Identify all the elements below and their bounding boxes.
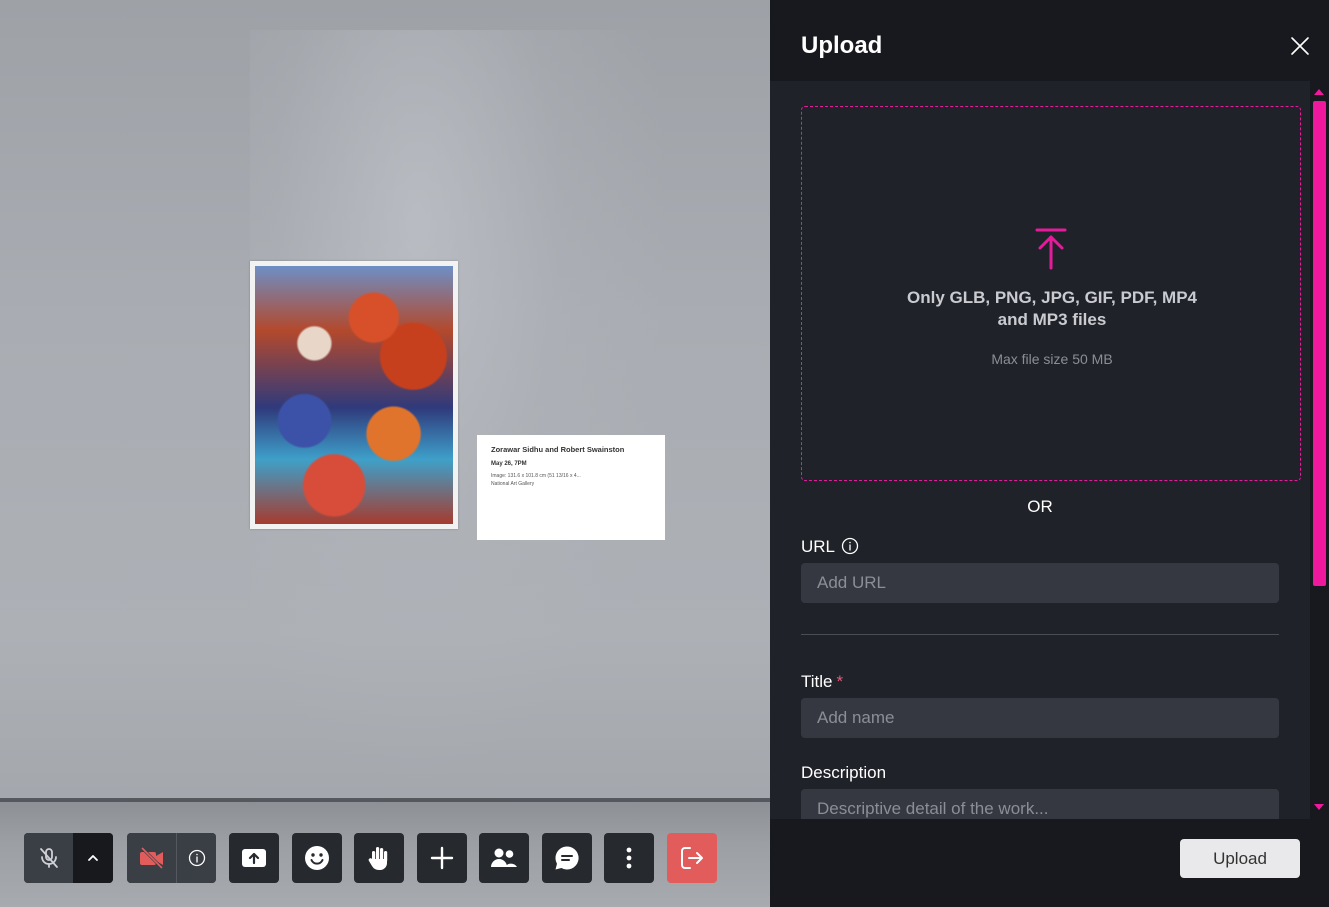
mic-control-group [24, 833, 113, 883]
leave-room-button[interactable] [667, 833, 717, 883]
artwork-placard: Zorawar Sidhu and Robert Swainston May 2… [477, 435, 665, 540]
raise-hand-icon [368, 847, 388, 871]
reactions-button[interactable] [292, 833, 342, 883]
placard-gallery: National Art Gallery [491, 481, 535, 487]
camera-control-group [127, 833, 216, 883]
dropzone-line-1: Only GLB, PNG, JPG, GIF, PDF, MP4 [907, 288, 1197, 307]
leave-icon [681, 847, 703, 869]
info-icon[interactable] [841, 537, 859, 555]
close-icon [1291, 37, 1309, 55]
info-icon [188, 849, 205, 867]
or-separator: OR [1027, 497, 1053, 516]
artwork-image [255, 266, 453, 524]
dropzone-line-2: and MP3 files [997, 310, 1107, 329]
max-file-size: Max file size 50 MB [991, 351, 1113, 367]
upload-form[interactable]: Only GLB, PNG, JPG, GIF, PDF, MP4 and MP… [770, 81, 1310, 819]
mic-toggle-button[interactable] [24, 833, 73, 883]
mic-options-button[interactable] [73, 833, 113, 883]
file-dropzone[interactable]: Only GLB, PNG, JPG, GIF, PDF, MP4 and MP… [801, 106, 1301, 481]
people-icon [491, 848, 517, 867]
url-label-text: URL [801, 537, 836, 556]
required-mark: * [836, 672, 844, 691]
title-input[interactable]: Add name [801, 698, 1279, 738]
artwork-frame[interactable] [250, 261, 458, 529]
divider [801, 634, 1279, 635]
description-input[interactable]: Descriptive detail of the work... [801, 789, 1279, 819]
panel-footer: Upload [770, 819, 1329, 907]
emoji-icon [305, 846, 329, 870]
upload-arrow-icon [1035, 228, 1067, 270]
scroll-down-arrow-icon[interactable] [1314, 804, 1324, 810]
placard-title: Zorawar Sidhu and Robert Swainston [491, 445, 625, 454]
title-label-text: Title [801, 672, 833, 691]
camera-toggle-button[interactable] [127, 833, 176, 883]
chat-button[interactable] [542, 833, 592, 883]
more-options-button[interactable] [604, 833, 654, 883]
add-object-button[interactable] [417, 833, 467, 883]
virtual-gallery-scene[interactable]: Zorawar Sidhu and Robert Swainston May 2… [0, 0, 770, 907]
scrollbar-thumb[interactable] [1313, 101, 1326, 586]
scrollbar[interactable] [1310, 81, 1329, 819]
more-vertical-icon [626, 847, 632, 869]
participants-button[interactable] [479, 833, 529, 883]
chevron-up-icon [88, 855, 98, 861]
title-label: Title * [801, 672, 843, 692]
url-input[interactable]: Add URL [801, 563, 1279, 603]
share-screen-icon [242, 849, 266, 867]
camera-off-icon [139, 846, 163, 870]
mic-off-icon [39, 848, 58, 868]
upload-button[interactable]: Upload [1180, 839, 1300, 878]
camera-info-button[interactable] [176, 833, 216, 883]
panel-title: Upload [801, 32, 883, 59]
chat-icon [555, 846, 579, 870]
description-label: Description [801, 763, 887, 782]
url-label: URL [801, 537, 859, 557]
dropzone-message: Only GLB, PNG, JPG, GIF, PDF, MP4 and MP… [802, 287, 1302, 331]
placard-dimensions: Image: 131.6 x 101.8 cm (51 13/16 x 4... [491, 473, 581, 479]
panel-header: Upload [770, 0, 1329, 81]
close-button[interactable] [1288, 34, 1312, 58]
plus-icon [430, 846, 454, 870]
upload-panel: Upload Only GLB, PNG, JPG, GIF, PDF, MP4… [770, 0, 1329, 907]
raise-hand-button[interactable] [354, 833, 404, 883]
placard-date: May 26, 7PM [491, 461, 527, 467]
scroll-up-arrow-icon[interactable] [1314, 89, 1324, 95]
share-screen-button[interactable] [229, 833, 279, 883]
